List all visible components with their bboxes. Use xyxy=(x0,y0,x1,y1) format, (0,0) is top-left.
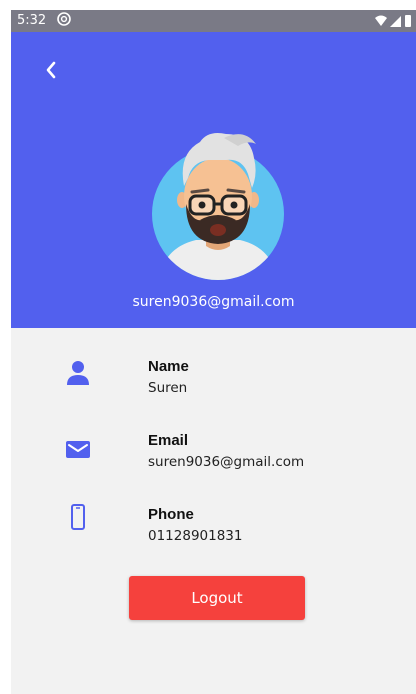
name-label: Name xyxy=(148,358,189,375)
name-value: Suren xyxy=(148,380,188,396)
logout-button[interactable]: Logout xyxy=(129,576,305,620)
battery-icon xyxy=(405,15,411,27)
phone-value: 01128901831 xyxy=(148,528,243,544)
header-email: suren9036@gmail.com xyxy=(132,294,295,310)
notification-icon xyxy=(57,12,71,26)
email-value: suren9036@gmail.com xyxy=(148,454,305,470)
email-row: Email suren9036@gmail.com xyxy=(11,432,416,488)
signal-icon xyxy=(390,16,401,27)
profile-header: suren9036@gmail.com xyxy=(11,32,416,328)
email-label: Email xyxy=(148,432,189,449)
phone-icon xyxy=(71,504,85,530)
wifi-icon xyxy=(375,15,387,26)
status-bar: 5:32 xyxy=(11,10,416,32)
mail-icon xyxy=(66,441,90,458)
back-button[interactable] xyxy=(39,58,63,82)
status-icons xyxy=(375,15,411,27)
name-row: Name Suren xyxy=(11,358,416,414)
phone-row: Phone 01128901831 xyxy=(11,504,416,562)
phone-label: Phone xyxy=(148,506,194,523)
profile-screen: 5:32 suren9036@gmail.com Name Suren Emai… xyxy=(11,10,416,694)
avatar xyxy=(152,133,284,280)
status-time: 5:32 xyxy=(17,13,47,28)
chevron-left-icon xyxy=(46,61,56,79)
person-icon xyxy=(67,361,89,385)
